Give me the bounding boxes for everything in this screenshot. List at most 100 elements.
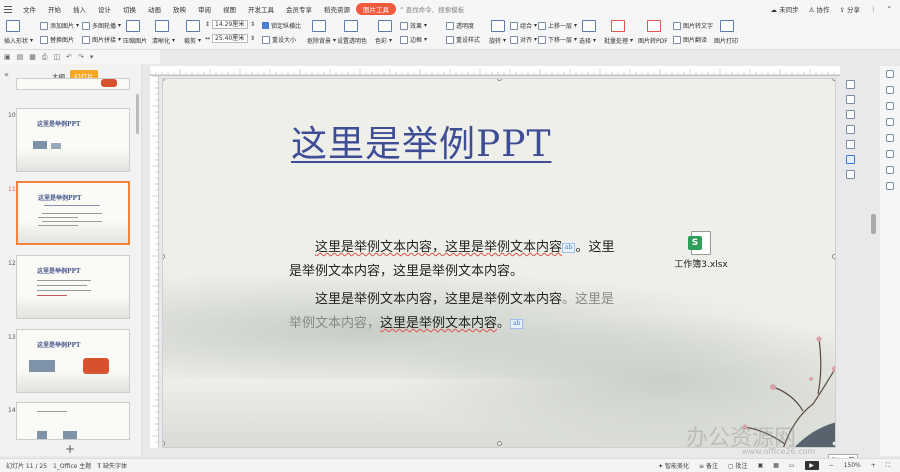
zoom-icon[interactable] xyxy=(845,110,855,119)
comment-marker[interactable]: ab xyxy=(510,318,524,329)
insert-shape-dropdown[interactable]: 插入形状 ▾ xyxy=(4,36,33,45)
resize-handle[interactable] xyxy=(163,79,165,81)
menu-transition[interactable]: 切换 xyxy=(117,4,142,14)
slide-thumb-10[interactable]: 这里是举例PPT xyxy=(16,108,130,172)
add-picture-button[interactable]: 添加图片 ▾ xyxy=(40,21,79,30)
multi-picture-button[interactable]: 多图轮播 ▾ xyxy=(82,21,121,30)
comment-marker[interactable]: ab xyxy=(562,242,576,253)
menu-design[interactable]: 设计 xyxy=(92,4,117,14)
transparency-button[interactable]: 透明度 xyxy=(446,21,474,30)
settings-icon[interactable] xyxy=(886,182,894,190)
slide-title[interactable]: 这里是举例PPT xyxy=(291,115,551,167)
to-text-button[interactable]: 图片转文字 xyxy=(673,21,713,30)
translate-button[interactable]: 图片翻译 xyxy=(673,35,707,44)
set-transparent-button[interactable]: 设置透明色 xyxy=(337,36,367,45)
reading-view-icon[interactable]: ▭ xyxy=(789,462,795,469)
menu-review[interactable]: 审阅 xyxy=(192,4,217,14)
body-paragraph[interactable]: 这里是举例文本内容，这里是举例文本内容。这里是举例文本内容，这里是举例文本内容。… xyxy=(289,288,621,336)
color-button[interactable]: 色彩 ▾ xyxy=(375,36,392,45)
transition-icon[interactable] xyxy=(886,118,894,126)
redo-icon[interactable]: ↷ xyxy=(78,53,84,61)
crop-tool-icon[interactable] xyxy=(845,125,855,134)
lock-ratio-checkbox[interactable]: 锁定纵横比 xyxy=(262,21,301,30)
width-field[interactable]: ↔ 25.40厘米 ⇕ xyxy=(205,34,255,43)
stepper-icon[interactable]: ⇕ xyxy=(250,21,255,28)
save-icon[interactable]: ▦ xyxy=(29,53,36,61)
menu-file[interactable]: 文件 xyxy=(17,4,42,14)
compress-button[interactable]: 压缩图片 xyxy=(123,36,147,45)
menu-picture-tools[interactable]: 图片工具 xyxy=(356,2,396,15)
resize-handle[interactable] xyxy=(832,79,835,81)
replace-picture-button[interactable]: 替换图片 xyxy=(40,35,74,44)
animation-icon[interactable] xyxy=(886,102,894,110)
bring-forward-button[interactable]: 上移一层 ▾ xyxy=(538,21,577,30)
send-backward-button[interactable]: 下移一层 ▾ xyxy=(538,35,577,44)
zoom-level[interactable]: 150% xyxy=(844,462,861,469)
reset-style-button[interactable]: 重设样式 xyxy=(446,35,480,44)
zoom-out-icon[interactable]: − xyxy=(829,462,834,469)
clarity-button[interactable]: 清晰化 ▾ xyxy=(152,36,175,45)
preview-icon[interactable]: ◫ xyxy=(53,53,60,61)
slide-thumb-14[interactable] xyxy=(16,402,130,440)
notes-button[interactable]: ≡ 备注 xyxy=(699,461,718,470)
menu-docer[interactable]: 稻壳资源 xyxy=(318,4,356,14)
add-icon[interactable] xyxy=(845,80,855,89)
layers-icon[interactable] xyxy=(845,95,855,104)
crop-button[interactable]: 裁剪 ▾ xyxy=(184,36,201,45)
stepper-icon[interactable]: ⇕ xyxy=(250,35,255,42)
menu-animation[interactable]: 动画 xyxy=(142,4,167,14)
more-quick-icon[interactable]: ▾ xyxy=(90,53,94,61)
slide-sorter-icon[interactable]: ▦ xyxy=(773,462,779,469)
new-icon[interactable]: ▣ xyxy=(4,53,11,61)
resize-handle[interactable] xyxy=(497,441,502,446)
smart-beautify-button[interactable]: ✦ 智能美化 xyxy=(658,461,689,470)
menu-view[interactable]: 视图 xyxy=(217,4,242,14)
height-field[interactable]: ↕ 14.29厘米 ⇕ xyxy=(205,20,255,29)
picture-combine-button[interactable]: 图片拼接 ▾ xyxy=(82,35,121,44)
remove-bg-button[interactable]: 抠除背景 ▾ xyxy=(307,36,336,45)
add-slide-button[interactable]: + xyxy=(65,442,75,456)
effects-button[interactable]: 效果 ▾ xyxy=(400,21,427,30)
style-icon[interactable] xyxy=(886,134,894,142)
print-quick-icon[interactable]: ⎙ xyxy=(42,53,48,62)
more-tools-icon[interactable] xyxy=(845,170,855,179)
slide-thumb-13[interactable]: 这里是举例PPT xyxy=(16,329,130,393)
color-picker-icon[interactable] xyxy=(845,140,855,149)
slide-thumb-12[interactable]: 这里是举例PPT xyxy=(16,255,130,319)
collapse-panel-icon[interactable]: « xyxy=(4,70,9,79)
share-icon[interactable] xyxy=(886,166,894,174)
insert-shape-icon[interactable] xyxy=(6,20,20,32)
select-button[interactable]: 选择 ▾ xyxy=(579,36,596,45)
help-icon[interactable] xyxy=(886,150,894,158)
body-paragraph[interactable]: 这里是举例文本内容，这里是举例文本内容 ab 。这里是举例文本内容，这里是举例文本内… xyxy=(289,236,621,284)
combine-button[interactable]: 组合 ▾ xyxy=(510,21,537,30)
align-button[interactable]: 对齐 ▾ xyxy=(510,35,537,44)
more-icon[interactable]: ⋮ xyxy=(870,5,877,13)
zoom-in-icon[interactable]: + xyxy=(871,462,876,469)
menu-icon[interactable] xyxy=(4,5,14,13)
panel-scrollbar[interactable] xyxy=(136,94,139,134)
sync-status[interactable]: ☁ 未同步 xyxy=(771,4,799,14)
menu-member[interactable]: 会员专享 xyxy=(280,4,318,14)
picture-icon[interactable] xyxy=(845,155,855,164)
menu-developer[interactable]: 开发工具 xyxy=(242,4,280,14)
open-icon[interactable]: ▤ xyxy=(17,53,24,61)
border-button[interactable]: 边框 ▾ xyxy=(400,35,427,44)
missing-font-button[interactable]: 𝐓 缺失字体 xyxy=(97,461,127,471)
reset-size-button[interactable]: 重设大小 xyxy=(262,35,296,44)
format-icon[interactable] xyxy=(886,86,894,94)
fit-window-icon[interactable]: ⛶ xyxy=(886,462,890,470)
menu-home[interactable]: 开始 xyxy=(42,4,67,14)
scroll-thumb[interactable] xyxy=(871,214,876,234)
slide-thumb-9[interactable] xyxy=(16,78,130,90)
normal-view-icon[interactable]: ▣ xyxy=(758,462,764,469)
collab-button[interactable]: ♙ 协作 xyxy=(809,4,830,14)
slide-canvas[interactable]: 这里是举例PPT 这里是举例文本内容，这里是举例文本内容 ab 。这里是举例文本内容… xyxy=(162,78,836,448)
share-button[interactable]: ⇪ 分享 xyxy=(840,4,861,14)
collapse-sidebar-icon[interactable] xyxy=(886,70,894,78)
print-button[interactable]: 图片打印 xyxy=(714,36,738,45)
slide-thumb-11[interactable]: 这里是举例PPT xyxy=(16,181,130,245)
embedded-spreadsheet[interactable]: S 工作簿3.xlsx xyxy=(671,231,731,270)
command-search[interactable]: ⌕ 查找命令、搜索模板 xyxy=(400,4,464,14)
play-slideshow-button[interactable]: ▶ xyxy=(804,461,819,470)
